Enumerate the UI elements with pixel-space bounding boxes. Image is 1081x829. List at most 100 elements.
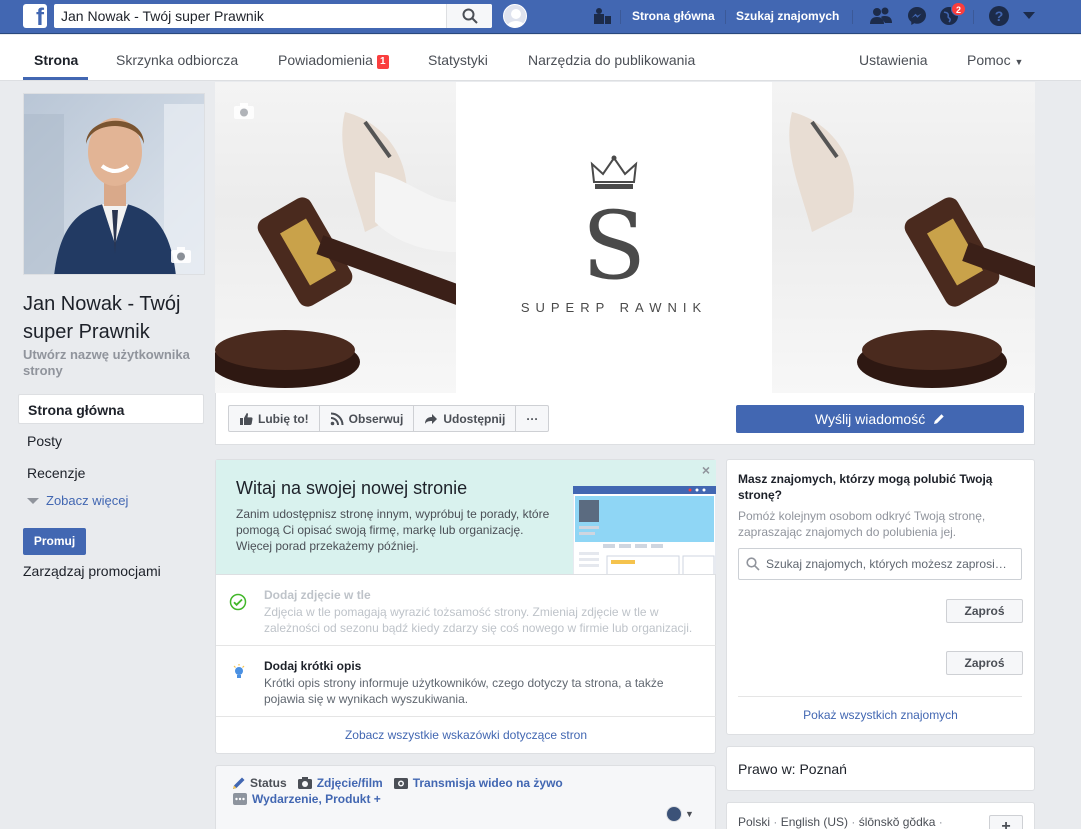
account-menu-chevron-icon[interactable] bbox=[1023, 12, 1035, 20]
welcome-tips-card: Witaj na swojej nowej stronie Zanim udos… bbox=[215, 459, 716, 754]
tip-title[interactable]: Dodaj krótki opis bbox=[264, 659, 361, 673]
event-product-label: Wydarzenie, Produkt + bbox=[252, 792, 381, 806]
divider bbox=[852, 10, 853, 24]
welcome-header: Witaj na swojej nowej stronie Zanim udos… bbox=[216, 460, 716, 575]
language-link[interactable]: ślōnskŏ gŏdka bbox=[859, 815, 936, 829]
add-language-button[interactable]: + bbox=[989, 815, 1023, 829]
see-more-label: Zobacz więcej bbox=[46, 493, 129, 508]
messenger-icon[interactable] bbox=[906, 5, 928, 27]
checkmark-circle-icon bbox=[229, 593, 247, 611]
tab-notifications[interactable]: Powiadomienia 1 bbox=[278, 52, 389, 69]
close-icon[interactable]: × bbox=[702, 462, 710, 478]
live-video-option[interactable]: Transmisja wideo na żywo bbox=[393, 776, 563, 790]
profile-picture[interactable] bbox=[23, 93, 205, 275]
svg-text:?: ? bbox=[995, 8, 1004, 24]
chevron-down-icon: ▼ bbox=[1014, 57, 1024, 67]
tip-text: Zdjęcia w tle pomagają wyrazić tożsamość… bbox=[264, 605, 693, 635]
language-link[interactable]: English (US) bbox=[781, 815, 848, 829]
page-actions-bar: Lubię to! Obserwuj Udostępnij ··· Wyślij… bbox=[215, 393, 1035, 445]
invite-search-input[interactable] bbox=[738, 548, 1022, 580]
search-bar bbox=[54, 4, 492, 28]
more-options-button[interactable]: ··· bbox=[516, 406, 548, 431]
pencil-icon bbox=[233, 777, 245, 789]
language-list: Polski · English (US) · ślōnskŏ gŏdka · bbox=[738, 815, 943, 829]
divider bbox=[725, 10, 726, 24]
search-icon bbox=[746, 557, 760, 571]
more-dots-icon: ··· bbox=[526, 411, 539, 426]
camera-icon[interactable] bbox=[170, 246, 192, 264]
photo-video-option[interactable]: Zdjęcie/film bbox=[297, 776, 383, 790]
all-tips-link[interactable]: Zobacz wszystkie wskazówki dotyczące str… bbox=[216, 728, 716, 742]
language-link[interactable]: Polski bbox=[738, 815, 770, 829]
invite-button[interactable]: Zaproś bbox=[946, 599, 1023, 623]
like-label: Lubię to! bbox=[258, 411, 309, 426]
see-more-link[interactable]: Zobacz więcej bbox=[27, 493, 128, 508]
share-button[interactable]: Udostępnij bbox=[414, 406, 517, 431]
send-message-label: Wyślij wiadomość bbox=[814, 411, 926, 427]
send-message-button[interactable]: Wyślij wiadomość bbox=[736, 405, 1024, 433]
search-input[interactable] bbox=[54, 4, 446, 28]
friend-requests-icon[interactable] bbox=[869, 5, 893, 27]
rss-icon bbox=[330, 412, 344, 425]
welcome-text: Zanim udostępnisz stronę innym, wypróbuj… bbox=[236, 507, 550, 553]
tip-title[interactable]: Dodaj zdjęcie w tle bbox=[264, 588, 371, 602]
camera-icon[interactable] bbox=[233, 102, 255, 120]
cover-gavel-left-image bbox=[215, 82, 456, 393]
chevron-down-icon bbox=[27, 498, 39, 504]
composer-options-row: Status Zdjęcie/film Transmisja wideo na … bbox=[232, 776, 573, 790]
sidebar-item-reviews[interactable]: Recenzje bbox=[27, 465, 85, 481]
help-menu-label: Pomoc bbox=[967, 52, 1011, 68]
divider bbox=[216, 716, 716, 717]
tab-insights[interactable]: Statystyki bbox=[428, 52, 488, 68]
video-camera-icon bbox=[393, 778, 408, 789]
top-navigation-bar: f Strona główna Szukaj znajomych 2 ? bbox=[0, 0, 1081, 34]
invite-button[interactable]: Zaproś bbox=[946, 651, 1023, 675]
tab-publishing-tools[interactable]: Narzędzia do publikowania bbox=[528, 52, 695, 68]
help-menu[interactable]: Pomoc ▼ bbox=[967, 52, 1023, 68]
logo-letter: S bbox=[581, 192, 647, 301]
pencil-icon bbox=[934, 414, 944, 424]
invite-subtitle: Pomóż kolejnym osobom odkryć Twoją stron… bbox=[738, 509, 986, 539]
pages-icon[interactable] bbox=[591, 5, 613, 27]
lightbulb-icon bbox=[233, 664, 245, 678]
manage-promotions-link[interactable]: Zarządzaj promocjami bbox=[23, 563, 161, 579]
like-button[interactable]: Lubię to! bbox=[229, 406, 320, 431]
show-all-friends-link[interactable]: Pokaż wszystkich znajomych bbox=[727, 708, 1034, 722]
post-as-selector[interactable]: ▼ bbox=[666, 806, 694, 822]
create-username-link[interactable]: Utwórz nazwę użytkownika strony bbox=[23, 347, 208, 379]
promote-button[interactable]: Promuj bbox=[23, 528, 86, 555]
active-tab-indicator bbox=[23, 77, 88, 80]
share-arrow-icon bbox=[425, 413, 438, 424]
page-title[interactable]: Jan Nowak - Twój super Prawnik bbox=[23, 290, 208, 346]
home-link[interactable]: Strona główna bbox=[632, 9, 715, 23]
sidebar-item-home[interactable]: Strona główna bbox=[18, 394, 204, 424]
search-button[interactable] bbox=[446, 4, 492, 28]
sidebar-item-posts[interactable]: Posty bbox=[27, 433, 62, 449]
tab-inbox[interactable]: Skrzynka odbiorcza bbox=[116, 52, 238, 68]
tab-notifications-label: Powiadomienia bbox=[278, 52, 373, 68]
photo-video-label: Zdjęcie/film bbox=[316, 776, 383, 790]
post-composer: Status Zdjęcie/film Transmisja wideo na … bbox=[215, 765, 716, 829]
avatar bbox=[666, 806, 682, 822]
page-preview-illustration bbox=[573, 486, 716, 574]
notifications-badge: 2 bbox=[951, 2, 967, 16]
law-location-card: Prawo w: Poznań bbox=[726, 746, 1035, 791]
superprawnik-logo: S SUPERP RAWNIK bbox=[456, 82, 772, 393]
law-location-text[interactable]: Prawo w: Poznań bbox=[738, 761, 847, 777]
settings-link[interactable]: Ustawienia bbox=[859, 52, 927, 68]
tab-page[interactable]: Strona bbox=[34, 52, 78, 68]
find-friends-link[interactable]: Szukaj znajomych bbox=[736, 9, 839, 23]
event-product-option[interactable]: Wydarzenie, Produkt + bbox=[232, 792, 381, 806]
follow-button[interactable]: Obserwuj bbox=[320, 406, 415, 431]
status-option[interactable]: Status bbox=[232, 776, 287, 790]
live-video-label: Transmisja wideo na żywo bbox=[412, 776, 563, 790]
more-dots-icon bbox=[233, 793, 247, 805]
facebook-logo-icon[interactable]: f bbox=[23, 4, 47, 30]
user-avatar[interactable] bbox=[503, 4, 527, 28]
languages-card: Polski · English (US) · ślōnskŏ gŏdka · … bbox=[726, 802, 1035, 829]
help-icon[interactable]: ? bbox=[988, 5, 1010, 27]
composer-options-row-2: Wydarzenie, Produkt + bbox=[232, 792, 391, 806]
cover-photo[interactable]: S SUPERP RAWNIK bbox=[215, 82, 1035, 393]
camera-icon bbox=[297, 777, 312, 789]
divider bbox=[973, 10, 974, 24]
